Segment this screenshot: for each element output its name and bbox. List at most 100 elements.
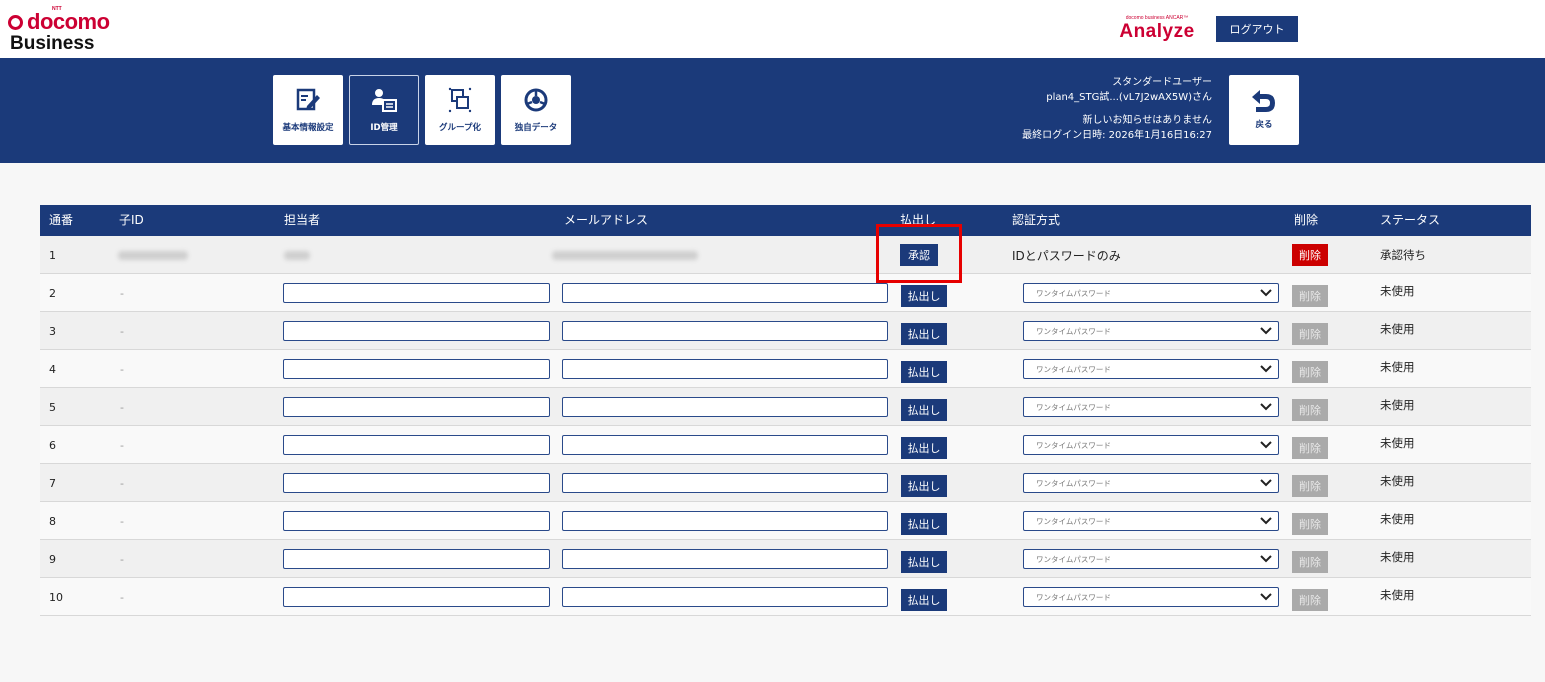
delete-button[interactable]: 削除 [1292, 513, 1328, 535]
issue-button[interactable]: 払出し [901, 589, 947, 611]
person-input[interactable] [283, 549, 550, 569]
business-label: Business [10, 33, 95, 54]
nav-basic-settings[interactable]: 基本情報設定 [273, 75, 343, 145]
chevron-down-icon [1260, 479, 1272, 487]
user-name: plan4_STG試...(vL7J2wAX5W)さん [1046, 92, 1212, 103]
person-input[interactable] [283, 283, 550, 303]
analyze-logo: docomo business ANCAR™ Analyze [1112, 15, 1202, 42]
auth-method-value: ワンタイムパスワード [1036, 592, 1111, 602]
row-number: 1 [49, 248, 56, 262]
email-input[interactable] [562, 549, 888, 569]
delete-button[interactable]: 削除 [1292, 323, 1328, 345]
nav-grouping[interactable]: グループ化 [425, 75, 495, 145]
auth-method-select[interactable]: ワンタイムパスワード [1023, 283, 1279, 303]
auth-method-select[interactable]: ワンタイムパスワード [1023, 511, 1279, 531]
email-input[interactable] [562, 359, 888, 379]
chevron-down-icon [1260, 555, 1272, 563]
nav-custom-data[interactable]: 独自データ [501, 75, 571, 145]
back-label: 戻る [1255, 120, 1273, 130]
chevron-down-icon [1260, 441, 1272, 449]
auth-method-value: ワンタイムパスワード [1036, 440, 1111, 450]
delete-button[interactable]: 削除 [1292, 551, 1328, 573]
auth-method-select[interactable]: ワンタイムパスワード [1023, 321, 1279, 341]
email-input[interactable] [562, 587, 888, 607]
child-id: - [120, 514, 124, 528]
delete-button[interactable]: 削除 [1292, 437, 1328, 459]
email-input[interactable] [562, 283, 888, 303]
issue-button[interactable]: 払出し [901, 513, 947, 535]
auth-method-value: ワンタイムパスワード [1036, 288, 1111, 298]
nav-id-management[interactable]: ID管理 [349, 75, 419, 145]
last-login: 最終ログイン日時: 2026年1月16日16:27 [1022, 130, 1212, 141]
col-email: メールアドレス [564, 213, 649, 227]
row-number: 9 [49, 552, 56, 566]
issue-button[interactable]: 払出し [901, 475, 947, 497]
email-input[interactable] [562, 321, 888, 341]
person-input[interactable] [283, 359, 550, 379]
issue-button[interactable]: 払出し [901, 285, 947, 307]
col-person: 担当者 [284, 213, 321, 227]
nav-label: 独自データ [514, 123, 558, 133]
delete-button[interactable]: 削除 [1292, 244, 1328, 266]
child-id: - [120, 438, 124, 452]
person-input[interactable] [283, 473, 550, 493]
email-input[interactable] [562, 473, 888, 493]
auth-method-value: ワンタイムパスワード [1036, 478, 1111, 488]
auth-method-value: ワンタイムパスワード [1036, 516, 1111, 526]
auth-method-select[interactable]: ワンタイムパスワード [1023, 587, 1279, 607]
auth-method-select[interactable]: ワンタイムパスワード [1023, 397, 1279, 417]
table-header: 通番 子ID 担当者 メールアドレス 払出し 認証方式 削除 ステータス [40, 205, 1531, 236]
issue-button[interactable]: 払出し [901, 361, 947, 383]
child-id: - [120, 286, 124, 300]
child-id: - [120, 590, 124, 604]
notice-text: 新しいお知らせはありません [1082, 115, 1213, 126]
auth-method-select[interactable]: ワンタイムパスワード [1023, 435, 1279, 455]
row-number: 2 [49, 286, 56, 300]
data-icon [524, 88, 548, 112]
issue-button[interactable]: 払出し [901, 323, 947, 345]
email-redacted [552, 236, 702, 274]
chevron-down-icon [1260, 593, 1272, 601]
issue-button[interactable]: 払出し [901, 437, 947, 459]
table-row: 6 - 払出し ワンタイムパスワード 削除 未使用 [40, 426, 1531, 464]
row-number: 8 [49, 514, 56, 528]
person-input[interactable] [283, 587, 550, 607]
delete-button[interactable]: 削除 [1292, 399, 1328, 421]
delete-button[interactable]: 削除 [1292, 589, 1328, 611]
email-input[interactable] [562, 511, 888, 531]
row-number: 7 [49, 476, 56, 490]
auth-method-select[interactable]: ワンタイムパスワード [1023, 549, 1279, 569]
person-input[interactable] [283, 511, 550, 531]
col-delete: 削除 [1294, 213, 1319, 227]
issue-button[interactable]: 払出し [901, 551, 947, 573]
person-input[interactable] [283, 321, 550, 341]
chevron-down-icon [1260, 365, 1272, 373]
email-input[interactable] [562, 435, 888, 455]
child-id: - [120, 324, 124, 338]
auth-method-value: ワンタイムパスワード [1036, 402, 1111, 412]
status-text: 未使用 [1380, 512, 1415, 526]
back-arrow-icon [1252, 90, 1275, 112]
nav-label: ID管理 [370, 123, 398, 133]
chevron-down-icon [1260, 327, 1272, 335]
auth-method-select[interactable]: ワンタイムパスワード [1023, 359, 1279, 379]
user-info: スタンダードユーザー plan4_STG試...(vL7J2wAX5W)さん 新… [950, 75, 1212, 143]
auth-method-select[interactable]: ワンタイムパスワード [1023, 473, 1279, 493]
person-redacted [284, 236, 324, 274]
row-number: 4 [49, 362, 56, 376]
person-input[interactable] [283, 397, 550, 417]
delete-button[interactable]: 削除 [1292, 475, 1328, 497]
chevron-down-icon [1260, 517, 1272, 525]
issue-button[interactable]: 払出し [901, 399, 947, 421]
approve-button[interactable]: 承認 [900, 244, 938, 266]
status-text: 未使用 [1380, 474, 1415, 488]
person-input[interactable] [283, 435, 550, 455]
logout-button[interactable]: ログアウト [1216, 16, 1298, 42]
table-row: 10 - 払出し ワンタイムパスワード 削除 未使用 [40, 578, 1531, 616]
email-input[interactable] [562, 397, 888, 417]
row-number: 5 [49, 400, 56, 414]
delete-button[interactable]: 削除 [1292, 285, 1328, 307]
col-no: 通番 [49, 213, 74, 227]
back-button[interactable]: 戻る [1229, 75, 1299, 145]
delete-button[interactable]: 削除 [1292, 361, 1328, 383]
